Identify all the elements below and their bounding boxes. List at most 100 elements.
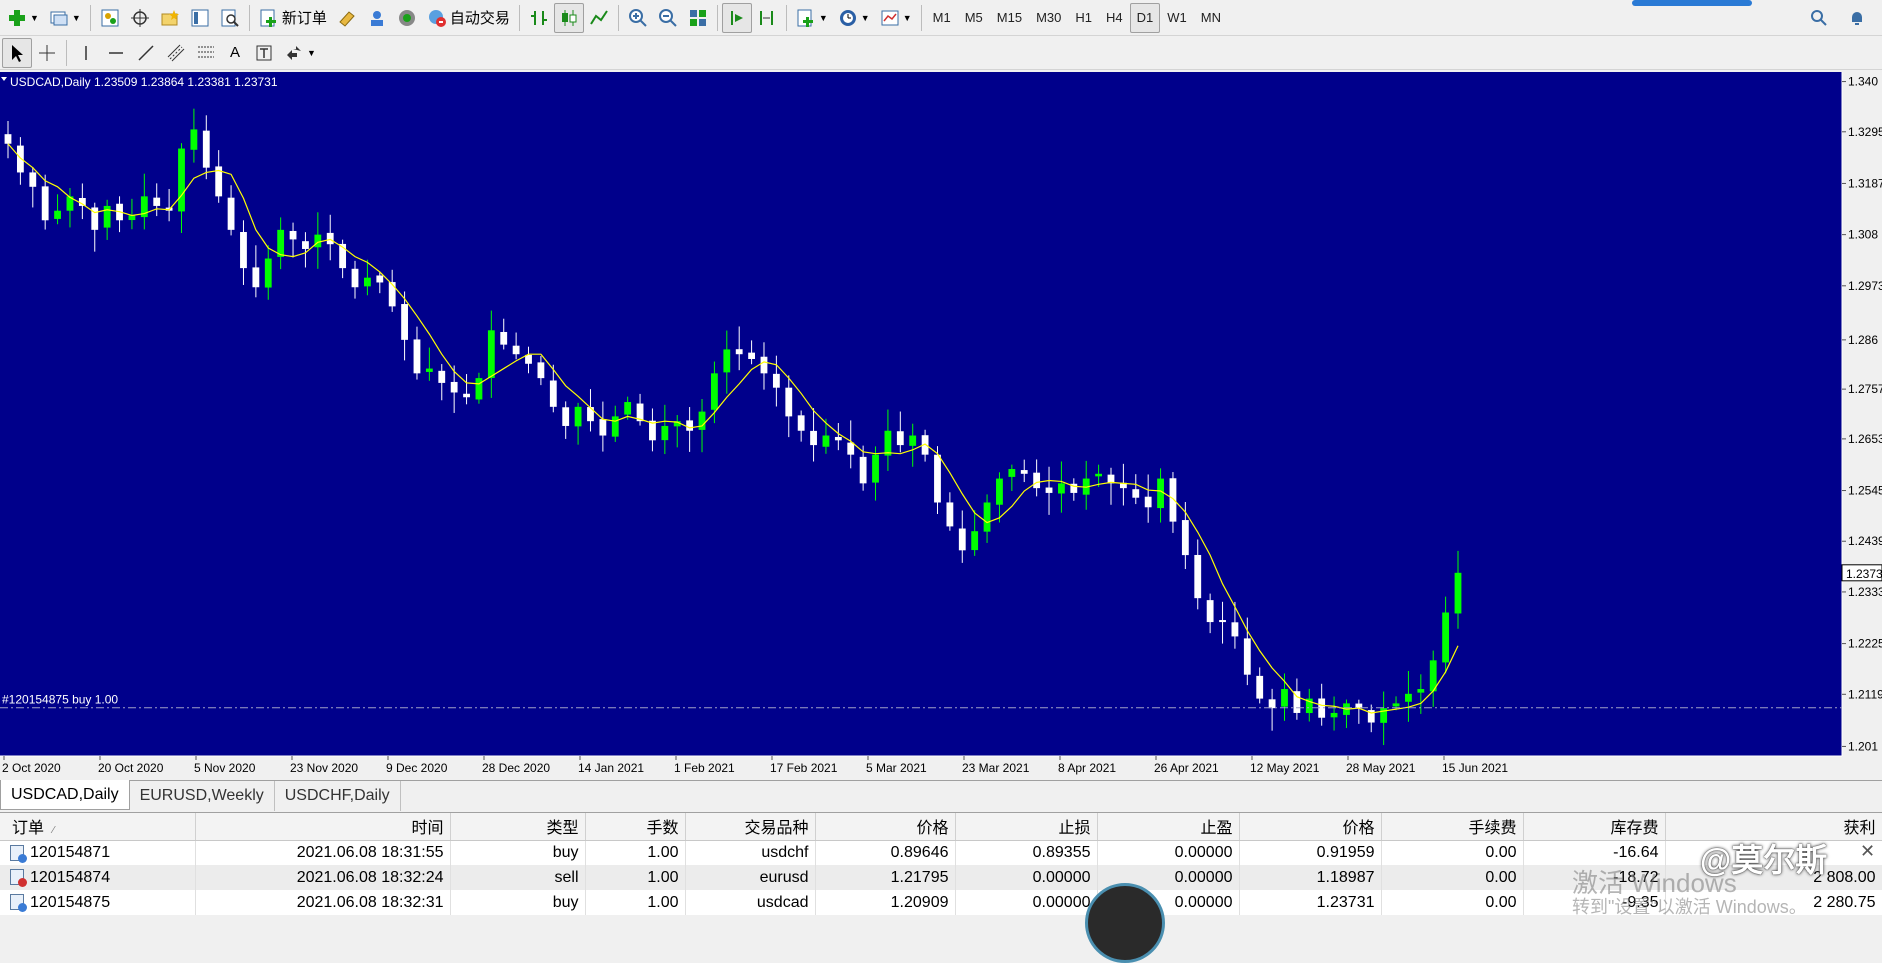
editor-icon <box>339 10 355 27</box>
column-header[interactable]: 交易品种 <box>685 813 816 841</box>
order-cell: 2021.06.08 18:32:24 <box>195 865 451 890</box>
price-chart[interactable]: #120154875 buy 1.00 1.340 1.3295 1.3187 1.3… <box>0 72 1882 780</box>
column-header[interactable]: 手数 <box>585 813 686 841</box>
timeframe-h1-button[interactable]: H1 <box>1068 3 1099 33</box>
text-tool-button[interactable]: A <box>221 38 249 68</box>
timeframe-m30-button[interactable]: M30 <box>1029 3 1068 33</box>
time-tick-label: 15 Jun 2021 <box>1442 761 1508 775</box>
line-chart-button[interactable] <box>584 3 614 33</box>
timeframe-d1-button[interactable]: D1 <box>1129 2 1161 33</box>
order-row[interactable]: 120154871 2021.06.08 18:31:55 buy 1.00 usdch… <box>0 840 1882 865</box>
tile-windows-icon <box>689 9 706 26</box>
column-header[interactable]: 手续费 <box>1381 813 1524 841</box>
auto-scroll-button[interactable] <box>721 2 752 33</box>
signals-button[interactable] <box>392 3 422 33</box>
timeframe-w1-button[interactable]: W1 <box>1160 3 1194 33</box>
chart-tab[interactable]: EURUSD,Weekly <box>130 781 275 811</box>
column-header[interactable]: 时间 <box>195 813 451 841</box>
time-tick-label: 28 Dec 2020 <box>482 761 550 775</box>
timeframe-mn-button[interactable]: MN <box>1194 3 1228 33</box>
strategy-tester-button[interactable] <box>215 3 245 33</box>
column-header[interactable]: 止损 <box>955 813 1098 841</box>
folder-star-icon <box>161 9 179 25</box>
timeframe-h4-button[interactable]: H4 <box>1099 3 1130 33</box>
crosshair-tool-button[interactable] <box>32 38 62 68</box>
chart-tab[interactable]: USDCHF,Daily <box>275 781 401 811</box>
bar-chart-icon <box>530 10 547 25</box>
column-header[interactable]: 价格 <box>1239 813 1382 841</box>
column-header[interactable]: 价格 <box>815 813 956 841</box>
notifications-button[interactable] <box>1842 3 1872 33</box>
order-cell: 1.20909 <box>815 890 956 915</box>
orders-panel: 订单 ⁄ 时间 类型 手数 交易品种 价格 止损 止盈 价格 手续费 库存费 获利 120154871… <box>0 812 1882 963</box>
order-cell: 0.00 <box>1381 865 1524 890</box>
horizontal-line-button[interactable] <box>101 38 131 68</box>
candle-body <box>958 528 966 551</box>
arrows-button[interactable]: ▼ <box>279 38 321 68</box>
candle-body <box>1442 612 1450 663</box>
candle-body <box>178 148 185 212</box>
column-header[interactable]: 类型 <box>450 813 586 841</box>
chart-plot-area[interactable] <box>0 72 1842 756</box>
channel-icon <box>167 44 185 61</box>
time-tick-label: 28 May 2021 <box>1346 761 1416 775</box>
zoom-in-button[interactable] <box>623 3 653 33</box>
auto-trading-icon <box>428 9 446 27</box>
market-button[interactable] <box>362 3 392 33</box>
fibonacci-button[interactable] <box>191 38 221 68</box>
cursor-tool-button[interactable] <box>2 37 32 68</box>
column-header[interactable]: 订单 ⁄ <box>0 813 196 841</box>
indicators-button[interactable]: ▼ <box>791 3 833 33</box>
search-icon <box>1811 9 1827 26</box>
chart-tabs: USDCAD,Daily EURUSD,Weekly USDCHF,Daily <box>0 780 1882 812</box>
market-watch-button[interactable] <box>95 3 125 33</box>
candle-body <box>872 454 879 483</box>
plus-icon <box>9 9 25 26</box>
order-cell: 0.89646 <box>815 840 956 865</box>
order-cell: 0.00 <box>1381 840 1524 865</box>
text-label-button[interactable] <box>249 38 279 68</box>
chart-shift-button[interactable] <box>752 3 782 33</box>
trendline-button[interactable] <box>131 38 161 68</box>
data-window-button[interactable] <box>125 3 155 33</box>
profiles-button[interactable]: ▼ <box>44 3 86 33</box>
notifications-icon <box>1852 11 1862 25</box>
order-cell: 0.00 <box>1381 890 1524 915</box>
terminal-button[interactable] <box>185 3 215 33</box>
timeframe-m15-button[interactable]: M15 <box>990 3 1029 33</box>
vertical-line-button[interactable] <box>71 38 101 68</box>
cursor-icon <box>12 44 23 62</box>
candle-body <box>227 197 235 230</box>
close-icon[interactable]: ✕ <box>1860 841 1875 862</box>
auto-trading-button[interactable]: 自动交易 <box>422 3 515 33</box>
candle-body <box>1454 572 1462 614</box>
new-chart-button[interactable]: ▼ <box>2 3 44 33</box>
navigator-button[interactable] <box>155 3 185 33</box>
column-header[interactable]: 止盈 <box>1097 813 1240 841</box>
timeframe-m5-button[interactable]: M5 <box>958 3 990 33</box>
chart-tab[interactable]: USDCAD,Daily <box>0 780 130 810</box>
timeframe-m1-button[interactable]: M1 <box>926 3 958 33</box>
metaeditor-button[interactable] <box>332 3 362 33</box>
floating-gauge <box>1085 883 1165 963</box>
candle-body <box>240 232 247 269</box>
candle-body <box>748 352 755 359</box>
candle-body <box>822 435 830 447</box>
candle-body <box>1181 520 1189 556</box>
tile-windows-button[interactable] <box>683 3 713 33</box>
candlestick-button[interactable] <box>553 2 584 33</box>
new-order-button[interactable]: 新订单 <box>254 3 332 33</box>
time-tick-label: 8 Apr 2021 <box>1058 761 1116 775</box>
order-cell: buy <box>450 890 586 915</box>
drawing-toolbar: A ▼ <box>0 36 1882 70</box>
periods-button[interactable]: ▼ <box>833 3 875 33</box>
bar-chart-button[interactable] <box>524 3 554 33</box>
zoom-out-button[interactable] <box>653 3 683 33</box>
search-button[interactable] <box>1804 3 1834 33</box>
indicators-icon <box>797 9 813 27</box>
column-header[interactable]: 库存费 <box>1523 813 1666 841</box>
candle-body <box>884 430 892 456</box>
equidistant-channel-button[interactable] <box>161 38 191 68</box>
templates-button[interactable]: ▼ <box>875 3 917 33</box>
price-tick-label: 1.286 <box>1848 333 1878 347</box>
